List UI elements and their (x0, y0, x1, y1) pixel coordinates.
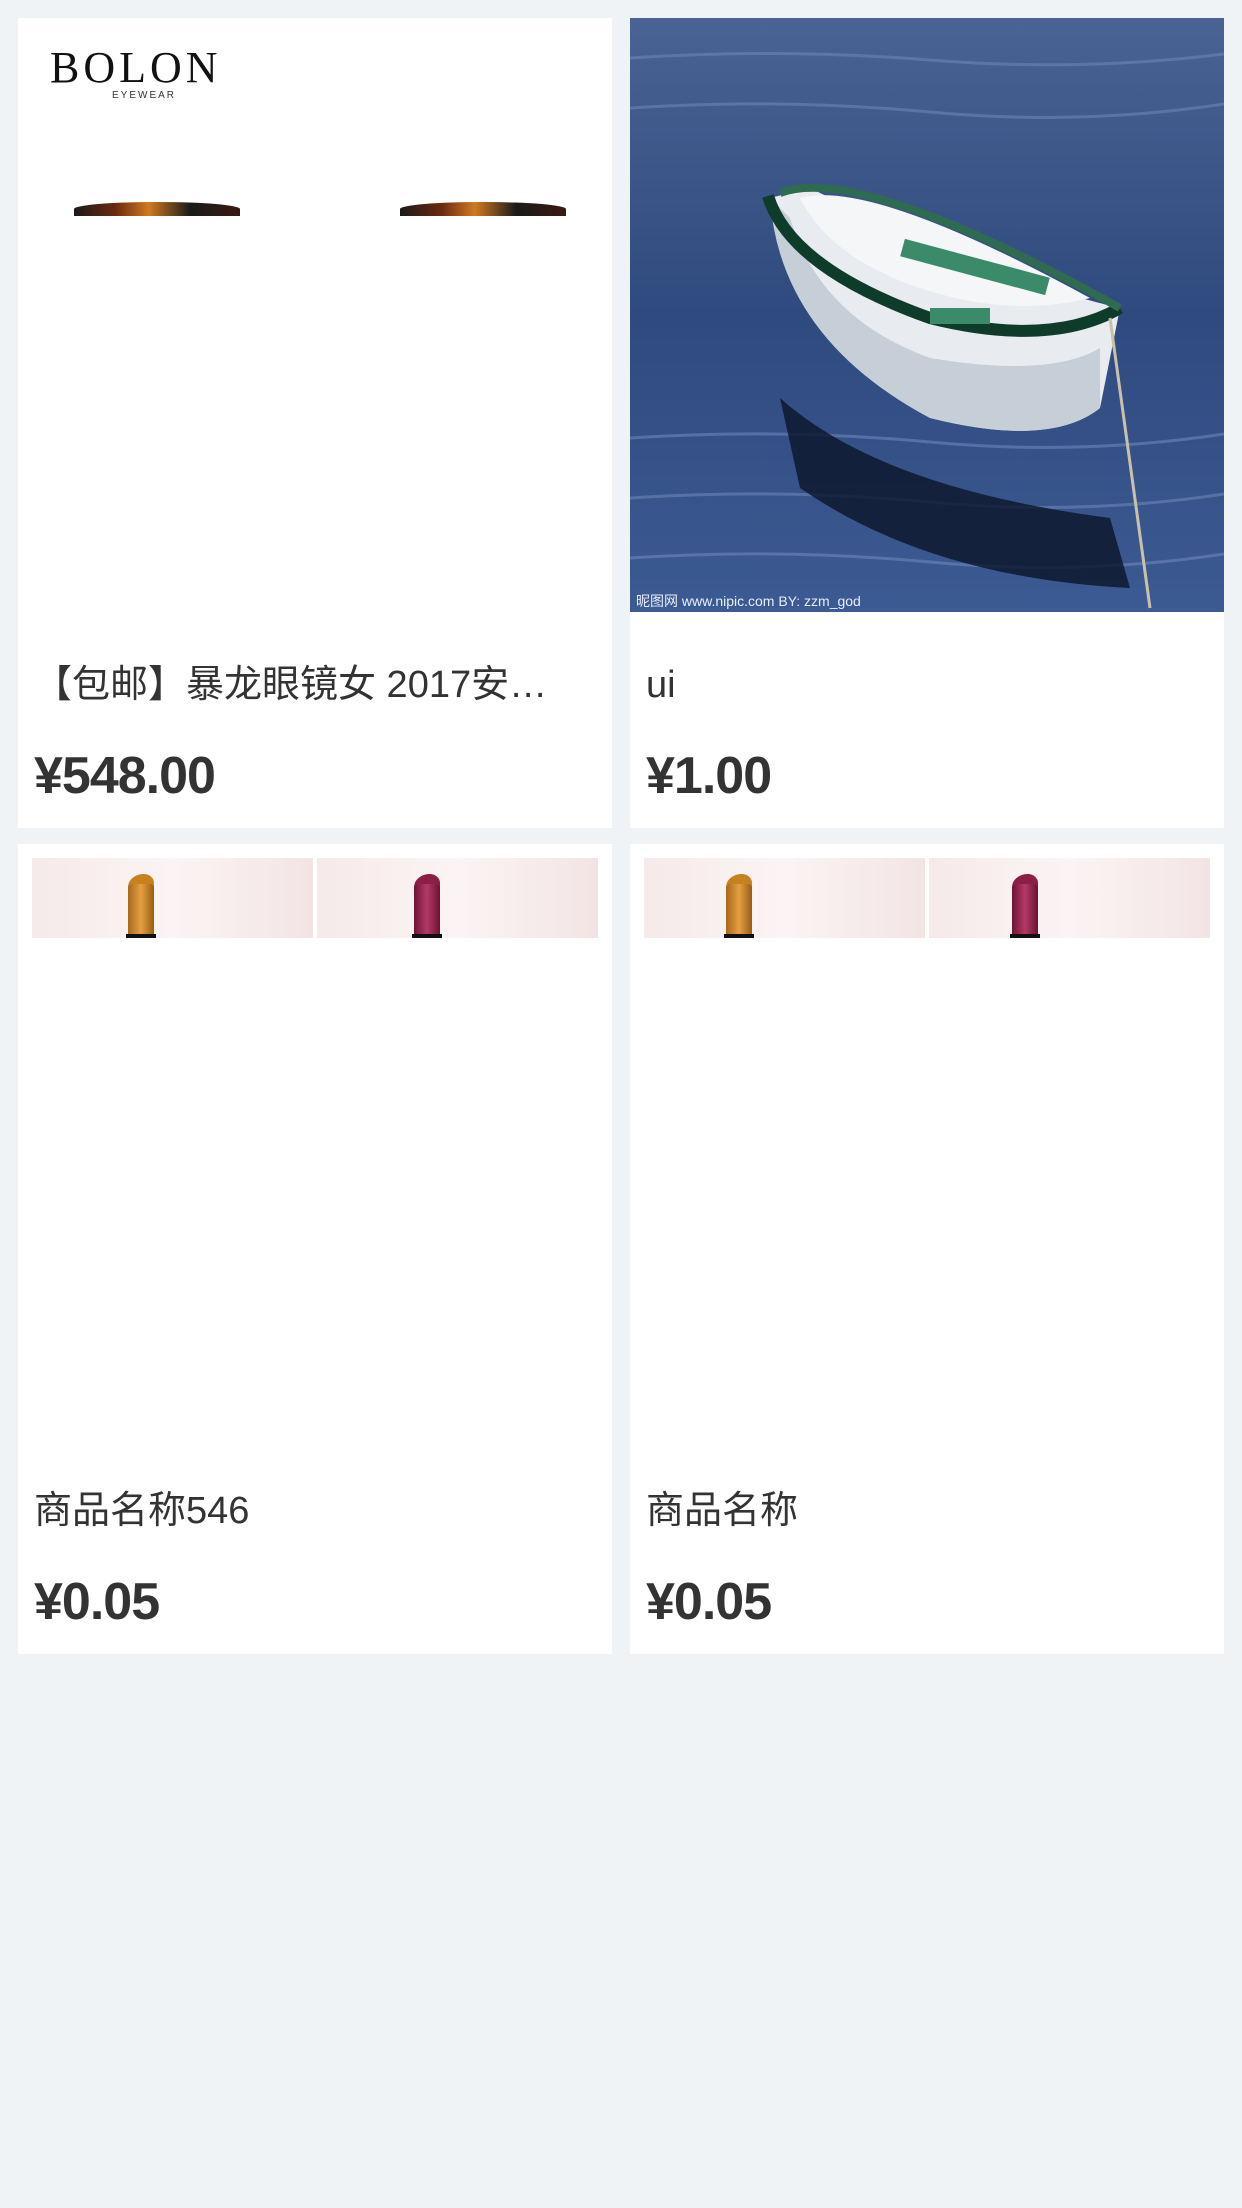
sunglasses-frame-right-icon (400, 202, 566, 216)
product-card[interactable]: 昵图网 www.nipic.com BY: zzm_god ui ¥1.00 (630, 18, 1224, 828)
lipstick-photo (644, 858, 1210, 938)
product-image[interactable] (18, 844, 612, 1438)
product-price: ¥0.05 (34, 1573, 160, 1631)
product-title[interactable]: 商品名称 (646, 1489, 1192, 1533)
bolon-sub-logo: EYEWEAR (112, 90, 177, 101)
product-card[interactable]: BOLON EYEWEAR 【包邮】暴龙眼镜女 2017安… ¥548.00 (18, 18, 612, 828)
product-image[interactable]: BOLON EYEWEAR (18, 18, 612, 612)
product-card[interactable]: 商品名称 ¥0.05 (630, 844, 1224, 1654)
product-card[interactable]: 商品名称546 ¥0.05 (18, 844, 612, 1654)
product-image[interactable] (630, 844, 1224, 1438)
product-price: ¥1.00 (646, 747, 772, 805)
product-image[interactable]: 昵图网 www.nipic.com BY: zzm_god (630, 18, 1224, 612)
sunglasses-frame-left-icon (74, 202, 240, 216)
lipstick-photo (32, 858, 598, 938)
product-title[interactable]: 【包邮】暴龙眼镜女 2017安… (34, 663, 580, 707)
product-price: ¥548.00 (34, 747, 216, 805)
bolon-banner: BOLON EYEWEAR (20, 18, 610, 216)
rowboat-photo: 昵图网 www.nipic.com BY: zzm_god (630, 18, 1224, 612)
photo-watermark: 昵图网 www.nipic.com BY: zzm_god (636, 593, 861, 609)
product-title[interactable]: 商品名称546 (34, 1489, 580, 1533)
product-title[interactable]: ui (646, 663, 1192, 707)
product-price: ¥0.05 (646, 1573, 772, 1631)
bolon-logo: BOLON (50, 43, 222, 92)
product-grid: BOLON EYEWEAR 【包邮】暴龙眼镜女 2017安… ¥548.00 昵… (18, 18, 1224, 1654)
